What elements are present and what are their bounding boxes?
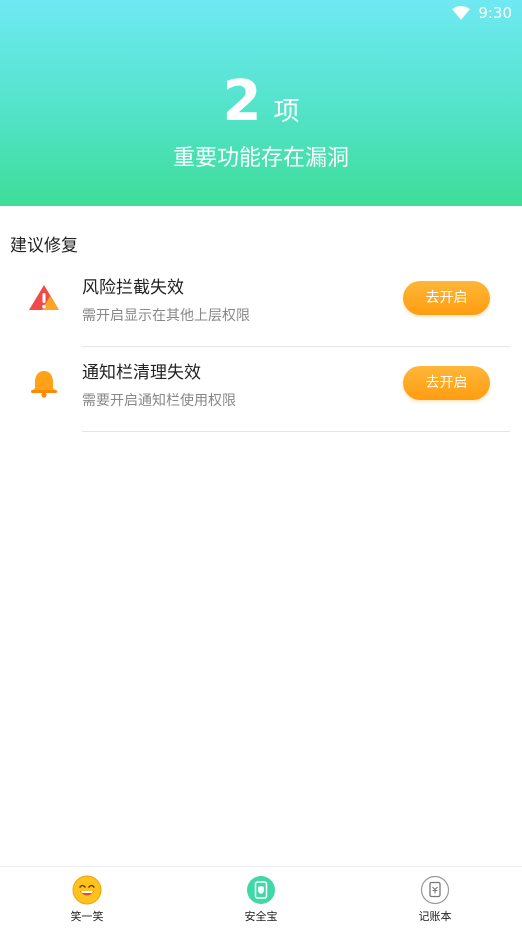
tab-security[interactable]: 安全宝	[174, 867, 348, 928]
ledger-icon	[420, 875, 450, 905]
issue-count: 2 项	[0, 72, 522, 132]
status-time: 9:30	[478, 4, 512, 22]
item-description: 需要开启通知栏使用权限	[82, 393, 236, 409]
bell-icon	[31, 371, 57, 398]
wifi-icon	[452, 6, 471, 20]
header-banner: 9:30 2 项 重要功能存在漏洞	[0, 0, 522, 206]
item-title: 通知栏清理失效	[82, 363, 201, 383]
list-item-risk-block: 风险拦截失效 需开启显示在其他上层权限 去开启	[0, 262, 522, 347]
tab-label: 笑一笑	[70, 910, 104, 923]
tab-smile[interactable]: 笑一笑	[0, 867, 174, 928]
tab-label: 安全宝	[244, 910, 278, 923]
bottom-tab-bar: 笑一笑 安全宝 记账本	[0, 866, 522, 928]
enable-button[interactable]: 去开启	[403, 366, 490, 400]
issue-count-unit: 项	[273, 97, 300, 127]
section-title: 建议修复	[10, 236, 78, 256]
issue-count-number: 2	[222, 69, 262, 134]
list-item-notification-clean: 通知栏清理失效 需要开启通知栏使用权限 去开启	[0, 347, 522, 432]
phone-shield-icon	[247, 876, 275, 904]
tab-label: 记账本	[418, 910, 452, 923]
status-bar: 9:30	[452, 4, 512, 22]
tab-ledger[interactable]: 记账本	[348, 867, 522, 928]
header-subtitle: 重要功能存在漏洞	[172, 146, 349, 171]
warning-triangle-icon	[29, 285, 59, 310]
divider	[82, 431, 510, 432]
item-description: 需开启显示在其他上层权限	[82, 308, 250, 324]
item-title: 风险拦截失效	[82, 278, 184, 298]
smiley-icon	[72, 875, 102, 905]
enable-button[interactable]: 去开启	[403, 281, 490, 315]
